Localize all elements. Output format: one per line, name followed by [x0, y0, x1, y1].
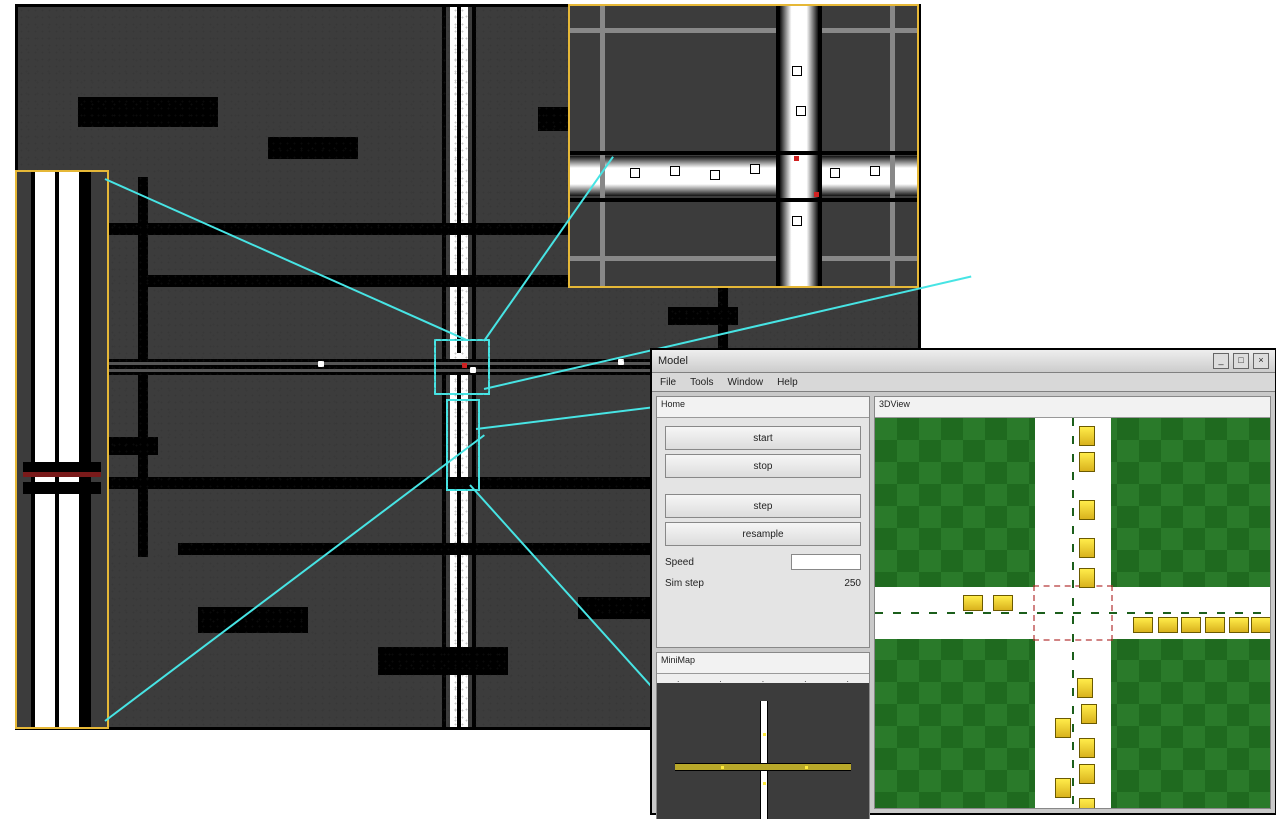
vehicle-icon: [1079, 798, 1095, 808]
step-value: 250: [844, 578, 861, 589]
menu-item[interactable]: File: [660, 377, 676, 388]
stop-button[interactable]: stop: [665, 454, 861, 478]
focus-box-segment: [446, 399, 480, 491]
focus-box-intersection: [434, 339, 490, 395]
zoom-top-right-intersection: [568, 4, 919, 288]
control-panel: Home start stop step resample Speed Sim …: [656, 396, 870, 648]
minimap-canvas[interactable]: [657, 683, 869, 819]
vehicle-icon: [1079, 568, 1095, 588]
minimap-header: MiniMap: [657, 653, 869, 674]
3d-view-header: 3DView: [875, 397, 1270, 418]
vehicle-icon: [1055, 718, 1071, 738]
menu-item[interactable]: Window: [727, 377, 763, 388]
vehicle-icon: [1158, 617, 1178, 633]
figure-stage: Model _ □ × File Tools Window Help Home …: [0, 0, 1276, 819]
resample-button[interactable]: resample: [665, 522, 861, 546]
vehicle-icon: [1229, 617, 1249, 633]
vehicle-icon: [1081, 704, 1097, 724]
vehicle-icon: [1079, 426, 1095, 446]
vehicle-icon: [1079, 500, 1095, 520]
vehicle-icon: [1079, 738, 1095, 758]
vehicle-icon: [1079, 764, 1095, 784]
vehicle-icon: [963, 595, 983, 611]
menu-item[interactable]: Tools: [690, 377, 713, 388]
start-button[interactable]: start: [665, 426, 861, 450]
vehicle-icon: [1205, 617, 1225, 633]
vehicle-icon: [1077, 678, 1093, 698]
app-title: Model: [658, 355, 688, 367]
3d-view-canvas[interactable]: [875, 418, 1270, 808]
simulator-window: Model _ □ × File Tools Window Help Home …: [650, 348, 1276, 815]
step-button[interactable]: step: [665, 494, 861, 518]
3d-view-panel: 3DView: [874, 396, 1271, 809]
speed-label: Speed: [665, 557, 694, 568]
vehicle-icon: [1251, 617, 1271, 633]
menu-item[interactable]: Help: [777, 377, 798, 388]
minimize-button[interactable]: _: [1213, 353, 1229, 369]
zoom-left-strip: [15, 170, 109, 729]
speed-input[interactable]: [791, 554, 861, 570]
menubar: File Tools Window Help: [652, 373, 1275, 392]
vehicle-icon: [1079, 538, 1095, 558]
titlebar[interactable]: Model _ □ ×: [652, 350, 1275, 373]
close-button[interactable]: ×: [1253, 353, 1269, 369]
maximize-button[interactable]: □: [1233, 353, 1249, 369]
vehicle-icon: [1133, 617, 1153, 633]
step-label: Sim step: [665, 578, 704, 589]
minimap-panel: MiniMap ·····: [656, 652, 870, 819]
vehicle-icon: [993, 595, 1013, 611]
control-panel-header: Home: [657, 397, 869, 418]
vehicle-icon: [1055, 778, 1071, 798]
vehicle-icon: [1079, 452, 1095, 472]
vehicle-icon: [1181, 617, 1201, 633]
